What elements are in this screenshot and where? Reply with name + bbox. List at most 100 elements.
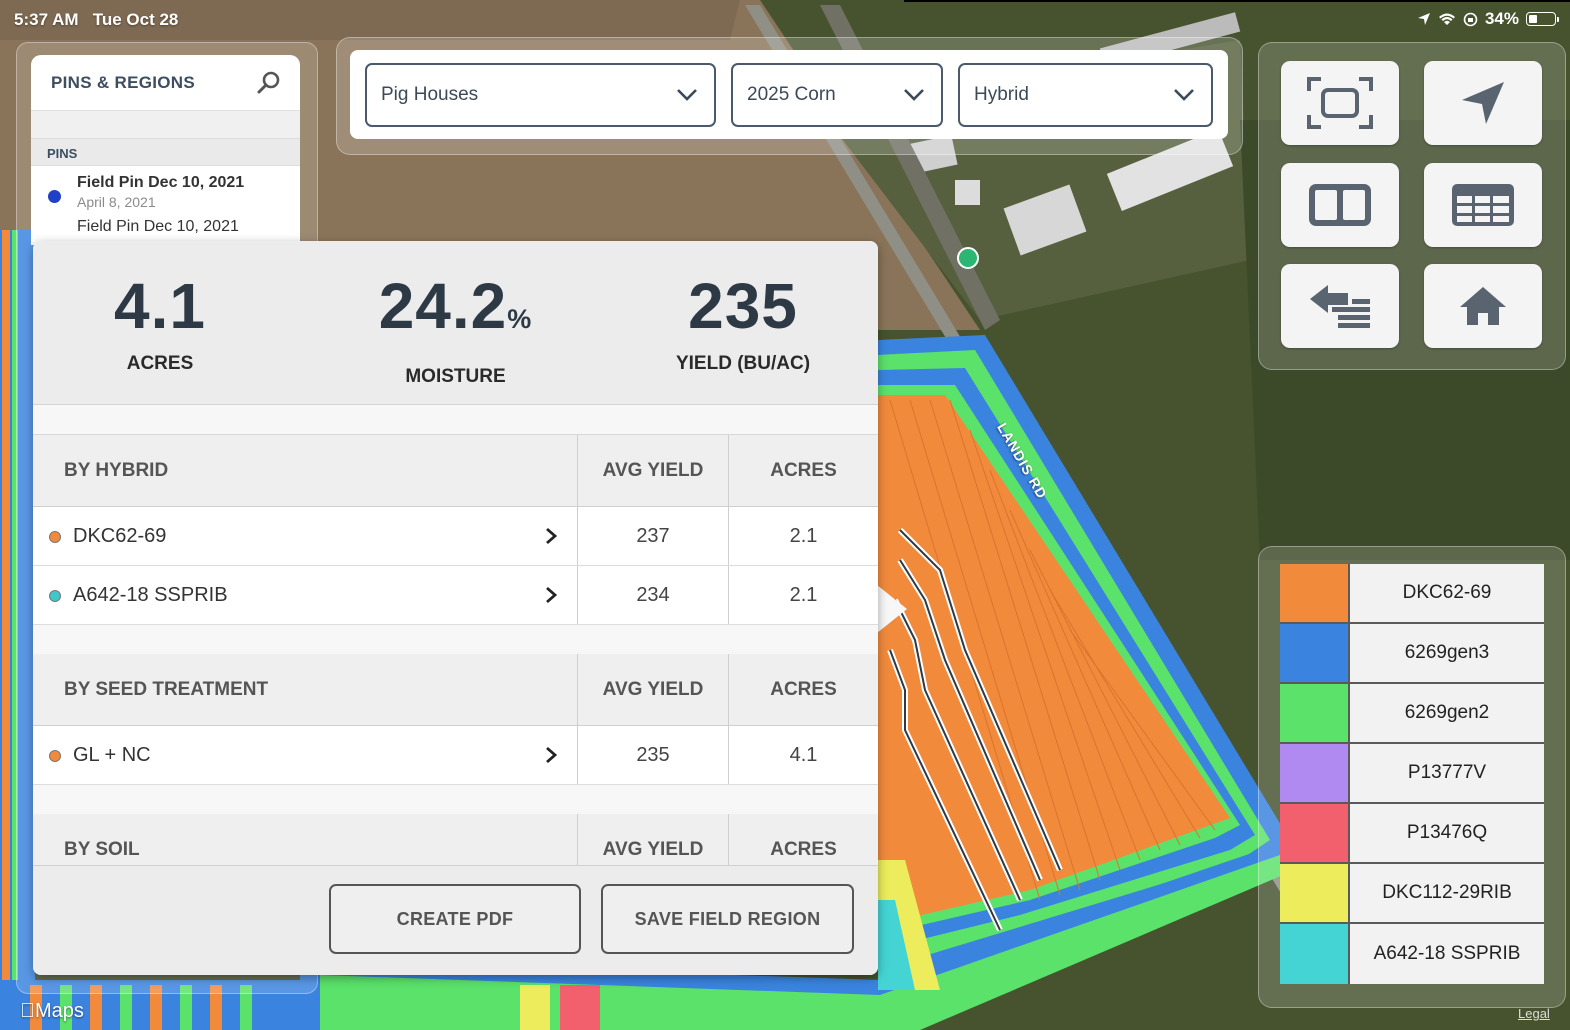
pin-list-item[interactable]: Field Pin Dec 10, 2021 April 8, 2021 bbox=[31, 166, 300, 218]
acres-label: ACRES bbox=[126, 353, 194, 374]
apple-maps-logo: Maps bbox=[20, 1000, 84, 1023]
pins-title: PINS & REGIONS bbox=[51, 72, 196, 92]
moisture-value: 24.2 bbox=[378, 270, 508, 342]
pins-header: PINS & REGIONS bbox=[31, 55, 300, 111]
legend-item: DKC62-69 bbox=[1280, 564, 1544, 624]
yield-metric: 235 YIELD (BU/AC) bbox=[633, 269, 853, 375]
summary-metrics: 4.1 ACRES 24.2% MOISTURE 235 YIELD (BU/A… bbox=[33, 241, 878, 405]
locate-button[interactable] bbox=[1424, 61, 1542, 145]
yield-value: 235 bbox=[688, 270, 798, 342]
swap-layers-button[interactable] bbox=[1281, 264, 1399, 348]
chevron-right-icon bbox=[543, 726, 559, 784]
selector-bar: Pig Houses 2025 Corn Hybrid bbox=[350, 50, 1228, 139]
locate-icon bbox=[1462, 82, 1504, 124]
battery-percent: 34% bbox=[1484, 9, 1519, 28]
seed-treatment-header-label: BY SEED TREATMENT bbox=[64, 678, 269, 700]
legend-swatch bbox=[1280, 564, 1350, 622]
fit-to-screen-button[interactable] bbox=[1281, 61, 1399, 145]
search-icon[interactable] bbox=[256, 70, 282, 96]
wifi-icon bbox=[1438, 13, 1455, 25]
legend-label: 6269gen2 bbox=[1404, 702, 1490, 723]
pins-spacer bbox=[31, 111, 300, 138]
pin-dot-icon bbox=[48, 190, 61, 203]
acres-metric: 4.1 ACRES bbox=[85, 269, 235, 375]
split-view-icon bbox=[1309, 184, 1371, 226]
legend-swatch bbox=[1280, 624, 1350, 682]
pin-name: Field Pin Dec 10, 2021 bbox=[77, 174, 245, 191]
fit-to-screen-icon bbox=[1307, 77, 1373, 129]
status-time: 5:37 AM Tue Oct 28 bbox=[14, 10, 178, 30]
acres-value: 4.1 bbox=[114, 270, 206, 342]
legend-swatch bbox=[1280, 804, 1350, 862]
layer-select[interactable]: Hybrid bbox=[958, 63, 1213, 127]
legend-item: P13476Q bbox=[1280, 804, 1544, 864]
field-stats-card: 4.1 ACRES 24.2% MOISTURE 235 YIELD (BU/A… bbox=[33, 241, 878, 975]
maps-logo-text: Maps bbox=[20, 1000, 84, 1022]
location-arrow-icon bbox=[1417, 13, 1430, 25]
farm-select[interactable]: Pig Houses bbox=[365, 63, 716, 127]
seed-treatment-table-header: BY SEED TREATMENT AVG YIELD ACRES bbox=[33, 654, 878, 726]
create-pdf-button[interactable]: CREATE PDF bbox=[329, 884, 581, 954]
legend-swatch bbox=[1280, 684, 1350, 742]
legend-item: A642-18 SSPRIB bbox=[1280, 924, 1544, 984]
pins-section-header: PINS bbox=[31, 138, 300, 166]
legend-label: 6269gen3 bbox=[1404, 642, 1490, 663]
treatment-color-dot bbox=[49, 750, 61, 762]
moisture-unit: % bbox=[507, 304, 533, 334]
acres-header: ACRES bbox=[770, 678, 837, 700]
hybrid-color-dot bbox=[49, 531, 61, 543]
hybrid-table-header: BY HYBRID AVG YIELD ACRES bbox=[33, 435, 878, 507]
section-spacer bbox=[33, 625, 878, 655]
legend-label: DKC112-29RIB bbox=[1382, 882, 1512, 903]
top-edge-line bbox=[904, 0, 1570, 2]
chevron-down-icon bbox=[1174, 89, 1194, 101]
swap-layers-icon bbox=[1310, 285, 1370, 328]
pins-regions-panel: PINS & REGIONS PINS Field Pin Dec 10, 20… bbox=[31, 55, 300, 245]
layer-select-value: Hybrid bbox=[974, 84, 1029, 105]
season-select[interactable]: 2025 Corn bbox=[731, 63, 943, 127]
hybrid-row[interactable]: DKC62-69 237 2.1 bbox=[33, 507, 878, 566]
legend-item: P13777V bbox=[1280, 744, 1544, 804]
split-view-button[interactable] bbox=[1281, 163, 1399, 247]
moisture-label: MOISTURE bbox=[405, 366, 506, 387]
hybrid-row[interactable]: A642-18 SSPRIB 234 2.1 bbox=[33, 566, 878, 625]
legend-label: P13777V bbox=[1407, 762, 1487, 783]
hybrid-name: A642-18 SSPRIB bbox=[73, 583, 228, 606]
chevron-right-icon bbox=[543, 507, 559, 565]
legend-swatch bbox=[1280, 744, 1350, 802]
treatment-name: GL + NC bbox=[73, 743, 151, 766]
treatment-acres: 4.1 bbox=[789, 743, 818, 766]
table-view-button[interactable] bbox=[1424, 163, 1542, 247]
treatment-avg-yield: 235 bbox=[636, 743, 670, 766]
hybrid-acres: 2.1 bbox=[789, 583, 818, 606]
battery-icon bbox=[1526, 12, 1559, 26]
save-field-region-button[interactable]: SAVE FIELD REGION bbox=[601, 884, 854, 954]
avg-yield-header: AVG YIELD bbox=[602, 459, 704, 481]
rotation-lock-icon bbox=[1463, 12, 1478, 26]
home-button[interactable] bbox=[1424, 264, 1542, 348]
pin-list-item-partial[interactable]: Field Pin Dec 10, 2021 bbox=[31, 218, 300, 236]
section-spacer bbox=[33, 785, 878, 815]
card-pointer bbox=[877, 585, 907, 633]
hybrid-header-label: BY HYBRID bbox=[64, 459, 169, 481]
status-clock: 5:37 AM bbox=[14, 10, 79, 29]
avg-yield-header: AVG YIELD bbox=[602, 678, 704, 700]
chevron-right-icon bbox=[543, 566, 559, 624]
legend-label: P13476Q bbox=[1406, 822, 1488, 843]
hybrid-color-dot bbox=[49, 590, 61, 602]
yield-label: YIELD (BU/AC) bbox=[675, 353, 811, 374]
moisture-metric: 24.2% MOISTURE bbox=[348, 269, 563, 388]
hybrid-legend: DKC62-69 6269gen3 6269gen2 P13777V P13476Q DK… bbox=[1280, 564, 1544, 984]
seed-treatment-row[interactable]: GL + NC 235 4.1 bbox=[33, 726, 878, 785]
season-select-value: 2025 Corn bbox=[747, 84, 836, 105]
hybrid-name: DKC62-69 bbox=[73, 524, 167, 547]
acres-header: ACRES bbox=[770, 459, 837, 481]
legend-swatch bbox=[1280, 924, 1350, 984]
hybrid-avg-yield: 237 bbox=[636, 524, 670, 547]
hybrid-avg-yield: 234 bbox=[636, 583, 670, 606]
legal-link[interactable]: Legal bbox=[1518, 1006, 1550, 1021]
farm-select-value: Pig Houses bbox=[381, 84, 479, 105]
hybrid-acres: 2.1 bbox=[789, 524, 818, 547]
section-spacer bbox=[33, 405, 878, 435]
chevron-down-icon bbox=[677, 89, 697, 101]
